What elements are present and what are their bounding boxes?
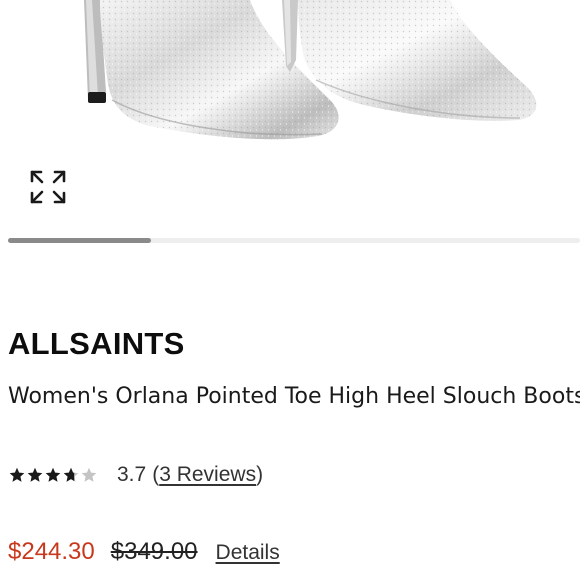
expand-image-button[interactable] xyxy=(28,168,68,206)
image-carousel-scrollbar[interactable] xyxy=(8,238,580,243)
rating-value: 3.7 xyxy=(117,463,147,486)
star-icon xyxy=(63,467,79,482)
star-icon xyxy=(81,467,97,482)
reviews-link[interactable]: 3 Reviews xyxy=(159,463,256,486)
price-row: $244.30 $349.00 Details xyxy=(8,538,280,566)
expand-icon xyxy=(30,170,66,204)
star-icon xyxy=(9,467,25,482)
product-title: Women's Orlana Pointed Toe High Heel Slo… xyxy=(8,384,580,409)
brand-name[interactable]: ALLSAINTS xyxy=(8,326,185,362)
original-price: $349.00 xyxy=(110,538,198,565)
reviews-close-paren: ) xyxy=(256,463,264,486)
reviews-count: (3 Reviews) xyxy=(152,463,263,487)
rating-row: 3.7 (3 Reviews) xyxy=(9,462,263,488)
price-details-link[interactable]: Details xyxy=(216,541,280,565)
star-icon xyxy=(45,467,61,482)
product-page: ALLSAINTS Women's Orlana Pointed Toe Hig… xyxy=(0,0,580,580)
star-icon xyxy=(27,467,43,482)
product-image[interactable] xyxy=(0,0,580,222)
sale-price: $244.30 xyxy=(8,538,95,565)
image-carousel-progress[interactable] xyxy=(8,238,151,243)
boots-photo xyxy=(84,0,537,140)
star-rating[interactable] xyxy=(9,467,99,483)
